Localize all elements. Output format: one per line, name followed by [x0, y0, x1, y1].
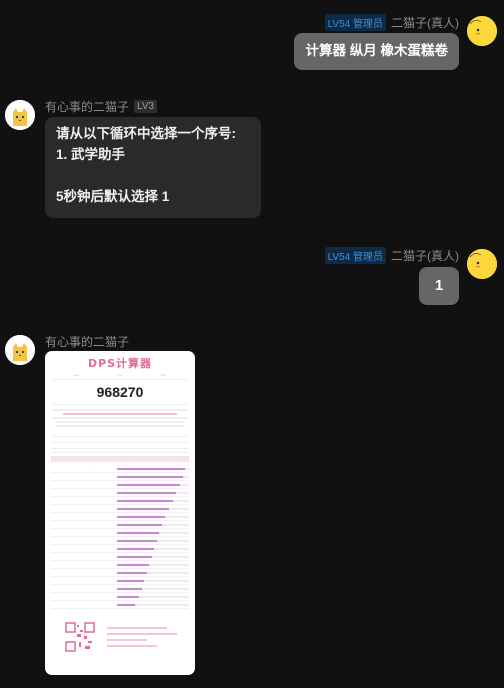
- image-bar: [117, 595, 139, 598]
- image-title: DPS计算器: [87, 357, 153, 370]
- image-bar: [117, 523, 162, 526]
- image-bar: [117, 547, 155, 550]
- message-bubble[interactable]: 1: [419, 267, 459, 305]
- image-bar: [117, 491, 177, 494]
- image-bar: [117, 483, 181, 486]
- sender-name: 二猫子(真人): [391, 249, 459, 263]
- image-bar-row: · ·: [51, 569, 189, 577]
- image-bar: [117, 515, 165, 518]
- sender-meta: LV54 管理员 二猫子(真人): [324, 247, 459, 264]
- image-bar: [117, 507, 169, 510]
- qr-code-icon: [65, 622, 95, 652]
- image-bar: [117, 571, 148, 574]
- level-badge: LV3: [134, 100, 158, 113]
- sender-meta: 有心事的二猫子 LV3: [45, 98, 158, 115]
- image-bar-row: · ·: [51, 593, 189, 601]
- image-bar: [117, 539, 157, 542]
- level-badge: LV54 管理员: [324, 247, 386, 264]
- divider: [51, 379, 189, 380]
- image-bar-row: · ·: [51, 521, 189, 529]
- image-bar-row: · ·: [51, 489, 189, 497]
- chick-icon: [467, 249, 497, 279]
- image-bar: [117, 475, 184, 478]
- image-bar-row: · ·: [51, 545, 189, 553]
- image-bar-row: · ·: [51, 577, 189, 585]
- image-bar-row: · ·: [51, 465, 189, 473]
- image-bar-list: · · · · · · · · · · · · · · · · · · · · · · · · · · · · · · · · · · · ·: [51, 465, 189, 609]
- image-bar: [117, 587, 143, 590]
- image-table-header: [51, 456, 189, 462]
- image-bar-row: · ·: [51, 585, 189, 593]
- image-bar-row: · ·: [51, 481, 189, 489]
- image-bar: [117, 563, 150, 566]
- image-decoration: • • • • • • • • •: [74, 373, 166, 377]
- user-avatar[interactable]: [467, 249, 497, 279]
- cat-icon: [5, 335, 35, 365]
- cat-icon: [5, 100, 35, 130]
- bot-avatar[interactable]: [5, 335, 35, 365]
- image-bar: [117, 531, 159, 534]
- bot-avatar[interactable]: [5, 100, 35, 130]
- divider: [51, 452, 189, 453]
- image-bar-row: · ·: [51, 537, 189, 545]
- chick-icon: [467, 16, 497, 46]
- image-bar: [117, 579, 145, 582]
- image-footer-text: [107, 627, 182, 651]
- image-bar: [117, 603, 135, 606]
- sender-name: 有心事的二猫子: [45, 335, 130, 349]
- sender-meta: 有心事的二猫子: [45, 333, 129, 350]
- divider: [51, 404, 189, 405]
- image-message[interactable]: DPS计算器 • • • • • • • • • 968270 · · · · · · · · ·…: [45, 351, 195, 675]
- image-bar: [117, 555, 152, 558]
- image-table: · · · · · · · · · · · · · · · · · · · · · · · ·: [51, 431, 189, 449]
- image-bar-row: · ·: [51, 497, 189, 505]
- image-bar-row: · ·: [51, 473, 189, 481]
- image-bar-row: · ·: [51, 561, 189, 569]
- image-big-number: 968270: [96, 384, 144, 400]
- sender-name: 二猫子(真人): [391, 16, 459, 30]
- image-bar: [117, 467, 186, 470]
- level-badge: LV54 管理员: [324, 14, 386, 31]
- message-bubble[interactable]: 计算器 纵月 橡木蛋糕卷: [294, 33, 459, 70]
- image-bar-row: · ·: [51, 505, 189, 513]
- image-bar-row: · ·: [51, 513, 189, 521]
- image-bar-row: · ·: [51, 529, 189, 537]
- image-bar-row: · ·: [51, 601, 189, 609]
- sender-meta: LV54 管理员 二猫子(真人): [324, 14, 459, 31]
- image-bar-row: · ·: [51, 553, 189, 561]
- message-bubble[interactable]: 请从以下循环中选择一个序号: 1. 武学助手 5秒钟后默认选择 1: [45, 117, 261, 218]
- image-text-block: [53, 409, 187, 427]
- sender-name: 有心事的二猫子: [45, 100, 130, 114]
- image-bar: [117, 499, 174, 502]
- user-avatar[interactable]: [467, 16, 497, 46]
